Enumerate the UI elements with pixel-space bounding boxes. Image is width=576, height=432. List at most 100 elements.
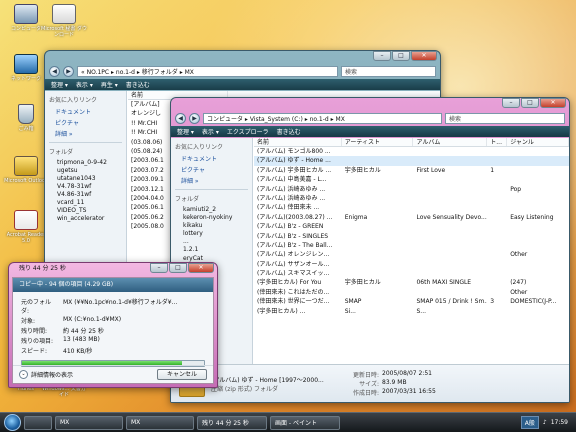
folder-item[interactable]: lottery — [183, 230, 248, 237]
column-header-track[interactable]: ト... — [487, 138, 508, 146]
close-button[interactable]: ✕ — [540, 98, 566, 108]
network-desktop-icon[interactable]: ネットワーク — [2, 54, 50, 82]
burn-button[interactable]: 書き込む — [126, 80, 150, 89]
maximize-button[interactable]: □ — [521, 98, 539, 108]
taskbar-button[interactable]: 画面 - ペイント — [270, 415, 340, 430]
address-bar[interactable]: コンピュータ ▸ Vista_System (C:) ▸ no.1-d ▸ MX — [203, 112, 442, 124]
explorer-window-front[interactable]: – □ ✕ ◀ ▶ コンピュータ ▸ Vista_System (C:) ▸ n… — [170, 97, 570, 403]
cancel-button[interactable]: キャンセル — [157, 369, 207, 380]
forward-arrow-icon[interactable]: ▶ — [189, 112, 200, 124]
table-row[interactable]: (アルバム) 浜崎あゆみ ... — [254, 194, 569, 203]
volume-icon[interactable]: ♪ — [543, 419, 547, 426]
cell-track — [487, 203, 507, 212]
play-button[interactable]: 再生 ▾ — [101, 80, 118, 89]
cell-album: SMAP 015 / Drink ! Sm... — [416, 298, 488, 306]
ime-indicator[interactable]: A般 — [520, 416, 539, 429]
folder-item[interactable]: kekeron-nyokiny — [183, 214, 248, 221]
nav-link-documents[interactable]: ドキュメント — [181, 154, 248, 163]
nav-link-pictures[interactable]: ピクチャ — [181, 165, 248, 174]
title-bar[interactable]: – □ ✕ — [171, 98, 569, 110]
folder-item[interactable]: 1.2.1 — [183, 246, 248, 253]
views-button[interactable]: 表示 ▾ — [202, 127, 219, 136]
table-row[interactable]: (宇多田ヒカル) For You 宇多田ヒカル 06th MAXI SINGLE (2… — [254, 278, 569, 287]
cell-artist: Si... — [344, 307, 356, 315]
table-row[interactable]: (アルバム) スキマスイッ... — [254, 269, 569, 278]
table-row[interactable]: (アルバム) 宇多田ヒカル ... 宇多田ヒカル First Love 1 — [254, 166, 569, 175]
folder-item[interactable]: kamiuti2_2 — [183, 206, 248, 213]
table-row[interactable]: (アルバム) ゆず - Home ... — [254, 156, 569, 166]
folder-item[interactable]: vcard_11 — [57, 199, 122, 206]
organize-button[interactable]: 整理 ▾ — [177, 127, 194, 136]
file-rows: (アルバム) モンゴル800 ... (アルバム) ゆず - Home ... (ア… — [254, 147, 569, 316]
search-input[interactable]: 検索 — [445, 112, 565, 124]
folder-item[interactable]: V4.78-31wf — [57, 183, 122, 190]
organize-button[interactable]: 整理 ▾ — [51, 80, 68, 89]
taskbar-button[interactable]: 残り 44 分 25 秒 — [197, 415, 267, 430]
column-header-name[interactable]: 名前 — [254, 138, 342, 146]
table-row[interactable]: (アルバム) サザンオール... — [254, 260, 569, 269]
table-row[interactable]: (倖田來未) これはただの... Other — [254, 288, 569, 297]
details-toggle[interactable]: 詳細情報の表示 — [31, 370, 73, 379]
folder-item[interactable]: tripmona_0-9-42 — [57, 159, 122, 166]
copy-progress-dialog[interactable]: 残り 44 分 25 秒 – □ ✕ コピー中 - 94 個の項目 (4.29 … — [8, 262, 218, 388]
folder-item[interactable]: kikaku — [183, 222, 248, 229]
forward-arrow-icon[interactable]: ▶ — [63, 65, 74, 77]
close-button[interactable]: ✕ — [188, 263, 214, 273]
table-row[interactable]: (アルバム) モンゴル800 ... — [254, 147, 569, 156]
outlook-desktop-icon[interactable]: Microsoft Outlook — [2, 156, 50, 184]
folder-item[interactable]: ugetsu — [57, 167, 122, 174]
minimize-button[interactable]: – — [373, 51, 391, 61]
folder-item[interactable]: ... — [183, 238, 248, 245]
address-bar[interactable]: « NO.1PC ▸ no.1-d ▸ 移行フォルダ ▸ MX — [77, 65, 338, 77]
table-row[interactable]: (アルバム)(2003.08.27) ... Enigma Love Sensual… — [254, 213, 569, 222]
nav-link-more[interactable]: 詳細 » — [181, 176, 248, 185]
clock[interactable]: 17:59 — [551, 419, 568, 426]
taskbar-button[interactable]: MX — [55, 415, 123, 430]
nav-link-pictures[interactable]: ピクチャ — [55, 118, 122, 127]
cell-genre — [507, 222, 569, 231]
close-button[interactable]: ✕ — [411, 51, 437, 61]
folder-item[interactable]: VIDEO_TS — [57, 207, 122, 214]
minimize-button[interactable]: – — [150, 263, 168, 273]
folder-item[interactable]: eryCat — [183, 255, 248, 262]
table-row[interactable]: (アルバム) 中島美嘉 - L... — [254, 175, 569, 184]
title-bar[interactable]: 残り 44 分 25 秒 – □ ✕ — [9, 263, 217, 275]
explorer-button[interactable]: エクスプローラ — [227, 127, 269, 136]
table-row[interactable]: (アルバム) B'z - SINGLES — [254, 232, 569, 241]
maximize-button[interactable]: □ — [392, 51, 410, 61]
cell-album: Love Sensuality Devo... — [416, 213, 487, 221]
nav-link-more[interactable]: 詳細 » — [55, 129, 122, 138]
back-arrow-icon[interactable]: ◀ — [175, 112, 186, 124]
table-row[interactable]: (アルバム) B'z - GREEN — [254, 222, 569, 231]
folders-header[interactable]: フォルダ — [175, 194, 248, 203]
table-row[interactable]: (宇多田ヒカル) ... Si... S... — [254, 307, 569, 316]
recycle-bin-desktop-icon[interactable]: ごみ箱 — [2, 104, 50, 132]
table-row[interactable]: (倖田來未) 世界に一つだ... SMAP SMAP 015 / Drink ! S… — [254, 297, 569, 306]
folder-item[interactable]: win_accelerator — [57, 215, 122, 222]
table-row[interactable]: (アルバム) 浜崎あゆみ ... Pop — [254, 185, 569, 194]
column-header-artist[interactable]: アーティスト — [342, 138, 414, 146]
info-label: 残り時間: — [21, 328, 48, 335]
minimize-button[interactable]: – — [502, 98, 520, 108]
views-button[interactable]: 表示 ▾ — [76, 80, 93, 89]
back-arrow-icon[interactable]: ◀ — [49, 65, 60, 77]
column-header-album[interactable]: アルバム — [413, 138, 488, 146]
column-header-genre[interactable]: ジャンル — [507, 138, 569, 146]
title-bar[interactable]: – □ ✕ — [45, 51, 440, 63]
ms-download-desktop-icon[interactable]: Microsoft 秘書 ダウンロード — [40, 4, 88, 38]
burn-button[interactable]: 書き込む — [277, 127, 301, 136]
table-row[interactable]: (アルバム) オレンジレン... Other — [254, 250, 569, 259]
folders-header[interactable]: フォルダ — [49, 147, 122, 156]
taskbar-button[interactable]: MX — [126, 415, 194, 430]
search-input[interactable]: 検索 — [341, 65, 436, 77]
table-row[interactable]: (アルバム) B'z - The Ball... — [254, 241, 569, 250]
folder-item[interactable]: utatane1043 — [57, 175, 122, 182]
acrobat-desktop-icon[interactable]: Acrobat Reader 5.0 — [2, 210, 50, 244]
folder-item[interactable]: V4.86-31wf — [57, 191, 122, 198]
cell-name: (アルバム) サザンオール... — [257, 260, 330, 268]
chevron-down-icon[interactable]: ⌄ — [19, 370, 28, 379]
start-button[interactable] — [4, 414, 21, 431]
maximize-button[interactable]: □ — [169, 263, 187, 273]
table-row[interactable]: (アルバム) 倖田來未 ... — [254, 203, 569, 212]
nav-link-documents[interactable]: ドキュメント — [55, 107, 122, 116]
